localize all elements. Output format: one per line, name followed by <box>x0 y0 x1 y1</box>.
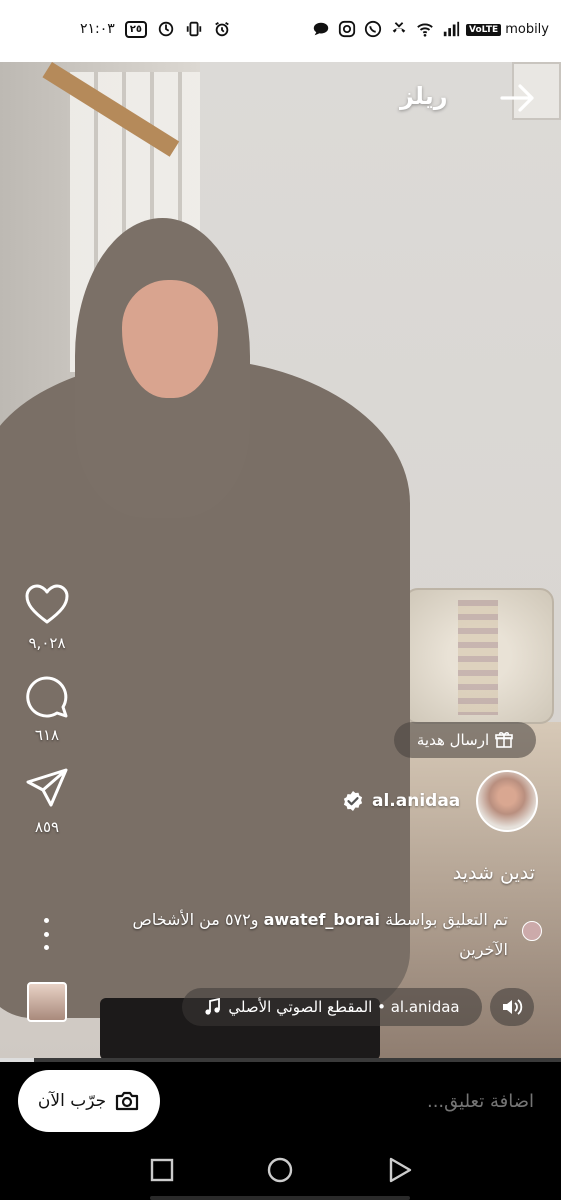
whatsapp-icon <box>364 20 382 38</box>
comment-bar: جرّب الآن <box>0 1062 561 1140</box>
gift-label: ارسال هدية <box>416 731 490 749</box>
mute-button[interactable] <box>490 988 534 1026</box>
try-now-label: جرّب الآن <box>37 1091 107 1111</box>
comment-count: ٦١٨ <box>34 726 60 744</box>
camera-icon <box>115 1091 139 1111</box>
like-button[interactable]: ٩,٠٢٨ <box>22 582 72 652</box>
heart-icon[interactable] <box>24 582 70 628</box>
action-column: ٩,٠٢٨ ٦١٨ ٨٥٩ <box>22 582 72 858</box>
clock: ٢١:٠٣ <box>80 21 115 37</box>
send-gift-button[interactable]: ارسال هدية <box>394 722 536 758</box>
battery-icon: ٢٥ <box>124 20 148 38</box>
vibrate-icon <box>186 21 202 37</box>
audio-track-button[interactable]: al.anidaa • المقطع الصوتي الأصلي <box>182 988 482 1026</box>
wifi-icon <box>417 23 433 37</box>
home-icon[interactable] <box>266 1156 294 1184</box>
comment-summary-text: تم التعليق بواسطة awatef_borai و٥٧٢ من ا… <box>80 905 540 965</box>
instagram-icon <box>338 20 356 38</box>
back-icon[interactable] <box>386 1156 414 1184</box>
home-indicator <box>150 1196 410 1200</box>
verified-icon <box>343 791 363 811</box>
page-title: ريلز <box>400 82 448 110</box>
avatar[interactable] <box>476 770 538 832</box>
post-caption[interactable]: تدين شديد <box>453 862 535 884</box>
scene-pillow <box>404 588 554 724</box>
more-icon[interactable] <box>36 918 56 950</box>
comment-input[interactable] <box>200 1084 534 1118</box>
commenter-username[interactable]: awatef_borai <box>264 910 380 929</box>
recents-icon[interactable] <box>148 1156 176 1184</box>
alarm-icon <box>215 21 229 37</box>
comment-summary[interactable]: تم التعليق بواسطة awatef_borai و٥٧٢ من ا… <box>80 905 542 965</box>
send-icon[interactable] <box>24 766 70 812</box>
gift-icon <box>495 731 513 748</box>
like-count: ٩,٠٢٨ <box>28 634 66 652</box>
system-nav-bar <box>0 1140 561 1200</box>
back-arrow-icon[interactable] <box>498 80 538 116</box>
audio-thumbnail[interactable] <box>27 982 67 1022</box>
carrier-group: VoLTE mobily <box>466 22 549 37</box>
comment-button[interactable]: ٦١٨ <box>22 674 72 744</box>
comment-prefix: تم التعليق بواسطة <box>385 910 508 929</box>
audio-label: al.anidaa • المقطع الصوتي الأصلي <box>228 998 460 1016</box>
timer-icon <box>158 21 174 37</box>
signal-icon <box>443 21 460 37</box>
missed-call-icon <box>392 22 406 33</box>
user-row[interactable]: al.anidaa <box>342 790 460 812</box>
speaker-icon <box>503 999 523 1015</box>
commenter-avatar <box>522 921 542 941</box>
notification-icons <box>312 20 460 38</box>
status-bar: ٢١:٠٣ ٢٥ VoLTE mobily <box>0 0 561 62</box>
try-now-button[interactable]: جرّب الآن <box>18 1070 160 1132</box>
volte-badge: VoLTE <box>466 23 502 36</box>
comment-icon[interactable] <box>24 674 70 720</box>
chat-icon <box>313 22 329 36</box>
carrier-name: mobily <box>505 22 549 37</box>
music-note-icon <box>205 998 221 1015</box>
username[interactable]: al.anidaa <box>372 791 460 811</box>
share-button[interactable]: ٨٥٩ <box>22 766 72 836</box>
status-left-group: ٢١:٠٣ ٢٥ <box>80 20 231 38</box>
share-count: ٨٥٩ <box>34 818 60 836</box>
